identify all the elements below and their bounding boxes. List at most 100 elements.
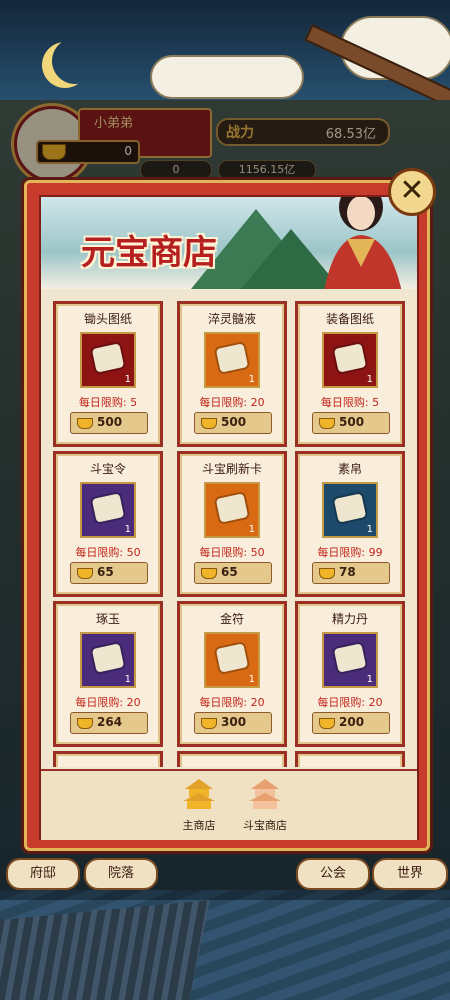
- nav-mansion-button[interactable]: 府邸: [6, 858, 80, 890]
- shop-item-card[interactable]: 精力丹 1 每日限购: 20 200: [295, 601, 405, 747]
- price-value: 200: [339, 715, 365, 729]
- scroll-icon: [333, 343, 367, 373]
- item-name: 装备图纸: [325, 312, 374, 326]
- gold-ingot-icon: [201, 418, 217, 429]
- item-icon-frame: 1: [80, 332, 136, 388]
- price-value: 65: [221, 565, 238, 579]
- tab-doubao-shop[interactable]: 斗宝商店: [235, 775, 295, 837]
- scroll-icon: [91, 343, 125, 373]
- daily-limit: 每日限购: 50: [199, 546, 265, 559]
- buy-price-button[interactable]: 264: [70, 712, 148, 734]
- buy-price-button[interactable]: 65: [70, 562, 148, 584]
- shop-item-card[interactable]: 琢玉 1 每日限购: 20 264: [53, 601, 163, 747]
- daily-limit: 每日限购: 20: [317, 696, 383, 709]
- shop-item-card[interactable]: 斗宝令 1 每日限购: 50 65: [53, 451, 163, 597]
- item-name: 锄头图纸: [83, 312, 132, 326]
- buy-price-button[interactable]: 200: [312, 712, 390, 734]
- daily-limit: 每日限购: 5: [320, 396, 380, 409]
- buy-price-button[interactable]: 500: [194, 412, 272, 434]
- shop-item-card[interactable]: [295, 751, 405, 767]
- tab-label: 斗宝商店: [243, 819, 287, 832]
- item-quantity: 1: [248, 674, 255, 685]
- daily-limit: 每日限购: 50: [75, 546, 141, 559]
- item-icon-frame: 1: [80, 632, 136, 688]
- buy-price-button[interactable]: 500: [70, 412, 148, 434]
- gold-ingot-icon: [319, 718, 335, 729]
- nav-world-button[interactable]: 世界: [372, 858, 448, 890]
- shop-item-card[interactable]: 淬灵髓液 1 每日限购: 20 500: [177, 301, 287, 447]
- item-icon-frame: 1: [204, 482, 260, 538]
- price-value: 300: [221, 715, 247, 729]
- price-value: 500: [339, 415, 365, 429]
- buy-price-button[interactable]: 65: [194, 562, 272, 584]
- item-name: 斗宝令: [89, 462, 126, 476]
- shop-item-card[interactable]: 素帛 1 每日限购: 99 78: [295, 451, 405, 597]
- gold-ingot-icon: [319, 568, 335, 579]
- jade-icon: [91, 643, 125, 673]
- item-icon-frame: 1: [322, 332, 378, 388]
- item-quantity: 1: [248, 524, 255, 535]
- item-icon-frame: 1: [204, 332, 260, 388]
- close-button[interactable]: ✕: [388, 168, 436, 216]
- gold-ingot-icon: [77, 568, 93, 579]
- price-value: 500: [97, 415, 123, 429]
- daily-limit: 每日限购: 20: [199, 696, 265, 709]
- bottle-icon: [215, 343, 249, 373]
- buy-price-button[interactable]: 300: [194, 712, 272, 734]
- item-name: 淬灵髓液: [207, 312, 256, 326]
- pagoda-icon: [183, 779, 215, 809]
- item-name: 琢玉: [95, 612, 120, 626]
- tab-main-shop[interactable]: 主商店: [169, 775, 229, 837]
- shop-item-card[interactable]: 斗宝刷新卡 1 每日限购: 50 65: [177, 451, 287, 597]
- daily-limit: 每日限购: 20: [75, 696, 141, 709]
- shop-item-card[interactable]: 装备图纸 1 每日限购: 5 500: [295, 301, 405, 447]
- daily-limit: 每日限购: 99: [317, 546, 383, 559]
- price-value: 500: [221, 415, 247, 429]
- item-name: 斗宝刷新卡: [201, 462, 262, 476]
- item-quantity: 1: [366, 674, 373, 685]
- gold-ingot-icon: [201, 718, 217, 729]
- price-value: 78: [339, 565, 356, 579]
- item-name: 金符: [219, 612, 244, 626]
- nav-guild-button[interactable]: 公会: [296, 858, 370, 890]
- buy-price-button[interactable]: 78: [312, 562, 390, 584]
- shop-title: 元宝商店: [81, 233, 217, 273]
- gold-ingot-icon: [201, 568, 217, 579]
- shop-item-card[interactable]: 金符 1 每日限购: 20 300: [177, 601, 287, 747]
- item-grid[interactable]: 锄头图纸 1 每日限购: 5 500 淬灵髓液 1 每日限购: 20 500 装备图纸 1 每日限购…: [51, 297, 407, 767]
- daily-limit: 每日限购: 5: [78, 396, 138, 409]
- shop-inner: 元宝商店 锄头图纸 1 每日限购: 5 500 淬灵髓液 1 每日限购: 20 500 装备图纸…: [39, 195, 419, 840]
- price-value: 65: [97, 565, 114, 579]
- nav-courtyard-button[interactable]: 院落: [84, 858, 158, 890]
- shop-item-card[interactable]: [177, 751, 287, 767]
- item-quantity: 1: [124, 374, 131, 385]
- gold-ingot-icon: [77, 418, 93, 429]
- item-icon-frame: 1: [80, 482, 136, 538]
- cloud-decoration: [150, 55, 304, 99]
- pill-icon: [333, 643, 367, 673]
- item-quantity: 1: [124, 524, 131, 535]
- silk-icon: [333, 493, 367, 523]
- item-icon-frame: 1: [204, 632, 260, 688]
- talisman-icon: [215, 643, 249, 673]
- ingot-shop-panel: 元宝商店 锄头图纸 1 每日限购: 5 500 淬灵髓液 1 每日限购: 20 500 装备图纸…: [24, 180, 430, 851]
- shop-banner: 元宝商店: [41, 197, 417, 289]
- pagoda-icon: [249, 779, 281, 809]
- card-icon: [215, 493, 249, 523]
- shop-tab-bar: 主商店 斗宝商店: [41, 769, 417, 840]
- item-icon-frame: 1: [322, 482, 378, 538]
- tab-label: 主商店: [182, 819, 216, 832]
- daily-limit: 每日限购: 20: [199, 396, 265, 409]
- moon-decoration: [52, 38, 98, 84]
- item-icon-frame: 1: [322, 632, 378, 688]
- item-quantity: 1: [248, 374, 255, 385]
- buy-price-button[interactable]: 500: [312, 412, 390, 434]
- shop-item-card[interactable]: [53, 751, 163, 767]
- item-quantity: 1: [366, 374, 373, 385]
- shop-item-card[interactable]: 锄头图纸 1 每日限购: 5 500: [53, 301, 163, 447]
- item-quantity: 1: [366, 524, 373, 535]
- gold-ingot-icon: [319, 418, 335, 429]
- gold-ingot-icon: [77, 718, 93, 729]
- item-name: 素帛: [337, 462, 362, 476]
- item-quantity: 1: [124, 674, 131, 685]
